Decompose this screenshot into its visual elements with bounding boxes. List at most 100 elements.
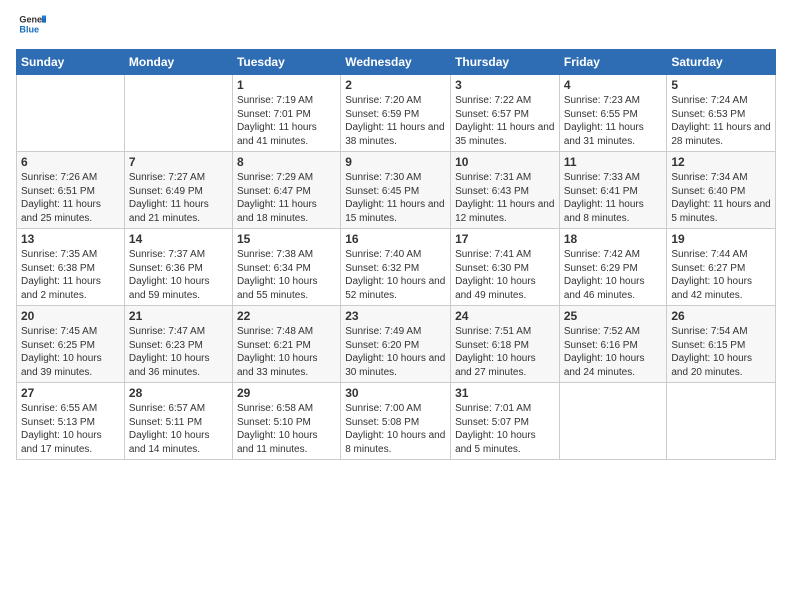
day-info: Sunrise: 7:35 AM Sunset: 6:38 PM Dayligh… (21, 248, 120, 302)
calendar-cell: 25 Sunrise: 7:52 AM Sunset: 6:16 PM Dayli… (559, 306, 667, 383)
calendar-cell: 6 Sunrise: 7:26 AM Sunset: 6:51 PM Daylig… (17, 152, 125, 229)
day-number: 24 (455, 309, 555, 323)
day-info: Sunrise: 7:26 AM Sunset: 6:51 PM Dayligh… (21, 171, 120, 225)
calendar-header-saturday: Saturday (667, 50, 776, 75)
calendar-cell: 26Sunrise: 7:54 AM Sunset: 6:15 PM Dayli… (667, 306, 776, 383)
day-info: Sunrise: 7:49 AM Sunset: 6:20 PM Dayligh… (345, 325, 446, 379)
calendar-cell: 14 Sunrise: 7:37 AM Sunset: 6:36 PM Dayli… (124, 229, 232, 306)
calendar-header-sunday: Sunday (17, 50, 125, 75)
day-info: Sunrise: 7:45 AM Sunset: 6:25 PM Dayligh… (21, 325, 120, 379)
svg-text:Blue: Blue (19, 24, 39, 34)
day-number: 17 (455, 232, 555, 246)
day-number: 1 (237, 78, 336, 92)
day-info: Sunrise: 7:29 AM Sunset: 6:47 PM Dayligh… (237, 171, 336, 225)
day-number: 21 (129, 309, 228, 323)
calendar-cell: 21Sunrise: 7:47 AM Sunset: 6:23 PM Dayli… (124, 306, 232, 383)
day-info: Sunrise: 7:27 AM Sunset: 6:49 PM Dayligh… (129, 171, 228, 225)
calendar-cell: 7 Sunrise: 7:27 AM Sunset: 6:49 PM Daylig… (124, 152, 232, 229)
day-number: 26 (671, 309, 771, 323)
calendar-header-monday: Monday (124, 50, 232, 75)
day-number: 11 (564, 155, 663, 169)
day-info: Sunrise: 7:34 AM Sunset: 6:40 PM Dayligh… (671, 171, 771, 225)
calendar-cell: 28 Sunrise: 6:57 AM Sunset: 5:11 PM Dayli… (124, 383, 232, 460)
day-number: 12 (671, 155, 771, 169)
calendar-cell: 1 Sunrise: 7:19 AM Sunset: 7:01 PM Daylig… (232, 75, 340, 152)
day-number: 5 (671, 78, 771, 92)
day-info: Sunrise: 7:33 AM Sunset: 6:41 PM Dayligh… (564, 171, 663, 225)
calendar-cell (17, 75, 125, 152)
calendar-week-2: 6 Sunrise: 7:26 AM Sunset: 6:51 PM Daylig… (17, 152, 776, 229)
calendar-cell: 5 Sunrise: 7:24 AM Sunset: 6:53 PM Daylig… (667, 75, 776, 152)
calendar-cell: 24 Sunrise: 7:51 AM Sunset: 6:18 PM Dayli… (451, 306, 560, 383)
calendar-cell: 4Sunrise: 7:23 AM Sunset: 6:55 PM Daylig… (559, 75, 667, 152)
day-info: Sunrise: 7:30 AM Sunset: 6:45 PM Dayligh… (345, 171, 446, 225)
logo-icon: General Blue (18, 10, 46, 38)
day-info: Sunrise: 7:38 AM Sunset: 6:34 PM Dayligh… (237, 248, 336, 302)
calendar-cell: 18 Sunrise: 7:42 AM Sunset: 6:29 PM Dayli… (559, 229, 667, 306)
day-number: 7 (129, 155, 228, 169)
calendar-cell: 3 Sunrise: 7:22 AM Sunset: 6:57 PM Daylig… (451, 75, 560, 152)
day-info: Sunrise: 7:23 AM Sunset: 6:55 PM Dayligh… (564, 94, 663, 148)
calendar-cell: 11 Sunrise: 7:33 AM Sunset: 6:41 PM Dayli… (559, 152, 667, 229)
day-info: Sunrise: 7:41 AM Sunset: 6:30 PM Dayligh… (455, 248, 555, 302)
day-number: 27 (21, 386, 120, 400)
day-number: 29 (237, 386, 336, 400)
day-number: 9 (345, 155, 446, 169)
day-info: Sunrise: 7:19 AM Sunset: 7:01 PM Dayligh… (237, 94, 336, 148)
day-number: 16 (345, 232, 446, 246)
page: General Blue SundayMondayTuesdayWednesda… (0, 0, 792, 612)
calendar-cell: 23 Sunrise: 7:49 AM Sunset: 6:20 PM Dayli… (341, 306, 451, 383)
calendar-week-4: 20 Sunrise: 7:45 AM Sunset: 6:25 PM Dayli… (17, 306, 776, 383)
calendar-cell: 20 Sunrise: 7:45 AM Sunset: 6:25 PM Dayli… (17, 306, 125, 383)
calendar-header-tuesday: Tuesday (232, 50, 340, 75)
day-number: 22 (237, 309, 336, 323)
day-info: Sunrise: 7:24 AM Sunset: 6:53 PM Dayligh… (671, 94, 771, 148)
day-info: Sunrise: 7:22 AM Sunset: 6:57 PM Dayligh… (455, 94, 555, 148)
day-number: 15 (237, 232, 336, 246)
day-number: 19 (671, 232, 771, 246)
day-number: 8 (237, 155, 336, 169)
day-number: 6 (21, 155, 120, 169)
calendar-cell: 31Sunrise: 7:01 AM Sunset: 5:07 PM Dayli… (451, 383, 560, 460)
calendar-header-wednesday: Wednesday (341, 50, 451, 75)
calendar-cell: 2 Sunrise: 7:20 AM Sunset: 6:59 PM Daylig… (341, 75, 451, 152)
day-number: 23 (345, 309, 446, 323)
day-info: Sunrise: 7:52 AM Sunset: 6:16 PM Dayligh… (564, 325, 663, 379)
day-info: Sunrise: 7:44 AM Sunset: 6:27 PM Dayligh… (671, 248, 771, 302)
day-info: Sunrise: 6:57 AM Sunset: 5:11 PM Dayligh… (129, 402, 228, 456)
day-info: Sunrise: 7:51 AM Sunset: 6:18 PM Dayligh… (455, 325, 555, 379)
calendar-cell: 17 Sunrise: 7:41 AM Sunset: 6:30 PM Dayli… (451, 229, 560, 306)
day-info: Sunrise: 7:37 AM Sunset: 6:36 PM Dayligh… (129, 248, 228, 302)
day-number: 3 (455, 78, 555, 92)
calendar-cell (667, 383, 776, 460)
day-number: 14 (129, 232, 228, 246)
day-info: Sunrise: 7:42 AM Sunset: 6:29 PM Dayligh… (564, 248, 663, 302)
calendar-cell: 10 Sunrise: 7:31 AM Sunset: 6:43 PM Dayli… (451, 152, 560, 229)
day-info: Sunrise: 7:48 AM Sunset: 6:21 PM Dayligh… (237, 325, 336, 379)
day-info: Sunrise: 7:31 AM Sunset: 6:43 PM Dayligh… (455, 171, 555, 225)
header: General Blue (16, 10, 776, 43)
day-number: 10 (455, 155, 555, 169)
calendar-cell: 9 Sunrise: 7:30 AM Sunset: 6:45 PM Daylig… (341, 152, 451, 229)
calendar-cell: 30Sunrise: 7:00 AM Sunset: 5:08 PM Dayli… (341, 383, 451, 460)
calendar-week-3: 13 Sunrise: 7:35 AM Sunset: 6:38 PM Dayli… (17, 229, 776, 306)
day-info: Sunrise: 7:40 AM Sunset: 6:32 PM Dayligh… (345, 248, 446, 302)
day-info: Sunrise: 7:01 AM Sunset: 5:07 PM Dayligh… (455, 402, 555, 456)
calendar-cell: 12 Sunrise: 7:34 AM Sunset: 6:40 PM Dayli… (667, 152, 776, 229)
calendar-week-1: 1 Sunrise: 7:19 AM Sunset: 7:01 PM Daylig… (17, 75, 776, 152)
day-number: 18 (564, 232, 663, 246)
day-info: Sunrise: 7:20 AM Sunset: 6:59 PM Dayligh… (345, 94, 446, 148)
day-number: 28 (129, 386, 228, 400)
calendar-header-row: SundayMondayTuesdayWednesdayThursdayFrid… (17, 50, 776, 75)
calendar-week-5: 27Sunrise: 6:55 AM Sunset: 5:13 PM Dayli… (17, 383, 776, 460)
calendar-table: SundayMondayTuesdayWednesdayThursdayFrid… (16, 49, 776, 460)
calendar-cell: 19 Sunrise: 7:44 AM Sunset: 6:27 PM Dayli… (667, 229, 776, 306)
day-number: 20 (21, 309, 120, 323)
day-number: 13 (21, 232, 120, 246)
day-info: Sunrise: 6:58 AM Sunset: 5:10 PM Dayligh… (237, 402, 336, 456)
calendar-cell: 29 Sunrise: 6:58 AM Sunset: 5:10 PM Dayli… (232, 383, 340, 460)
logo: General Blue (16, 10, 46, 43)
day-number: 25 (564, 309, 663, 323)
day-number: 2 (345, 78, 446, 92)
calendar-cell: 22 Sunrise: 7:48 AM Sunset: 6:21 PM Dayli… (232, 306, 340, 383)
